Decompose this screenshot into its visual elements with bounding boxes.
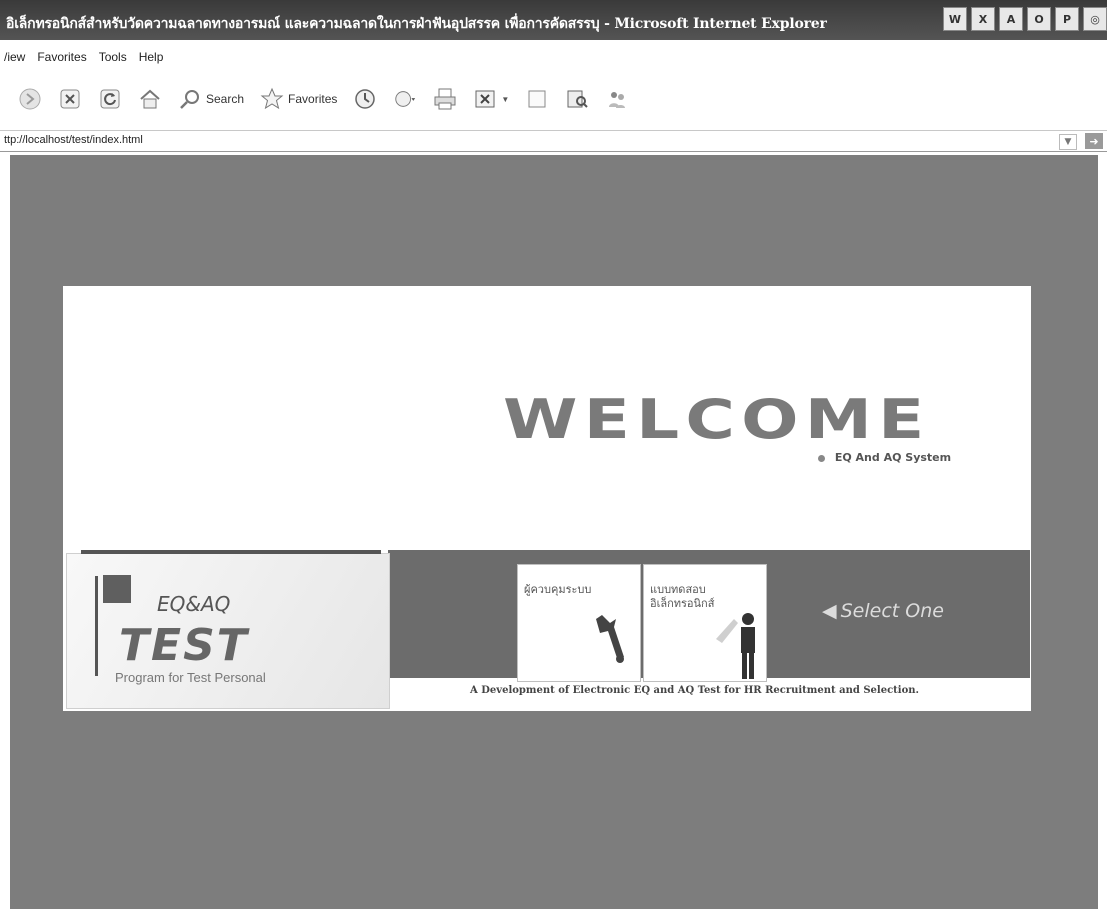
logo-vertical-bar (95, 576, 98, 676)
excel-icon (473, 87, 497, 111)
history-button[interactable] (353, 87, 377, 111)
edit-button[interactable]: ▼ (473, 87, 509, 111)
messenger-icon (605, 87, 629, 111)
favorites-button[interactable]: Favorites (260, 87, 337, 111)
tray-icon-2[interactable]: X (971, 7, 995, 31)
mail-icon (393, 87, 417, 111)
menu-view[interactable]: /iew (4, 50, 25, 64)
toolbar: Search Favorites ▼ (0, 76, 1107, 122)
tray-icon-3[interactable]: A (999, 7, 1023, 31)
left-triangle-icon: ◀ (822, 600, 837, 622)
menu-tools[interactable]: Tools (99, 50, 127, 64)
forward-arrow-icon (18, 87, 42, 111)
footer-text: A Development of Electronic EQ and AQ Te… (470, 685, 920, 696)
taskbar-tray: W X A O P ◎ (943, 2, 1107, 36)
menu-bar: /iew Favorites Tools Help (0, 44, 1107, 70)
home-icon (138, 87, 162, 111)
tray-icon-5[interactable]: P (1055, 7, 1079, 31)
edit-dropdown-icon: ▼ (501, 94, 510, 104)
search-label: Search (206, 92, 245, 106)
go-arrow-icon[interactable]: ➜ (1085, 133, 1103, 149)
test-card-label: แบบทดสอบ อิเล็กทรอนิกส์ (650, 583, 714, 611)
stop-button[interactable] (58, 87, 82, 111)
search-icon (178, 87, 202, 111)
address-dropdown-icon[interactable]: ▼ (1059, 134, 1077, 150)
title-bar: อิเล็กทรอนิกส์สำหรับวัดความฉลาดทางอารมณ์… (0, 0, 1107, 40)
window-title: อิเล็กทรอนิกส์สำหรับวัดความฉลาดทางอารมณ์… (6, 16, 827, 32)
favorites-label: Favorites (288, 92, 338, 106)
logo-eq-aq: EQ&AQ (157, 592, 231, 616)
logo-mark-icon (103, 575, 131, 603)
print-button[interactable] (433, 87, 457, 111)
select-one-text: Select One (840, 600, 944, 622)
welcome-heading: WELCOME (503, 388, 931, 451)
menu-help[interactable]: Help (139, 50, 164, 64)
tray-icon-1[interactable]: W (943, 7, 967, 31)
tray-icon-4[interactable]: O (1027, 7, 1051, 31)
logo-top-line (81, 550, 381, 554)
refresh-button[interactable] (98, 87, 122, 111)
home-button[interactable] (138, 87, 162, 111)
admin-card-label: ผู้ควบคุมระบบ (524, 583, 592, 596)
discuss-button[interactable] (525, 87, 549, 111)
research-icon (565, 87, 589, 111)
test-card-label-line1: แบบทดสอบ (650, 583, 706, 596)
bullet-icon (818, 454, 825, 462)
messenger-button[interactable] (605, 87, 629, 111)
search-button[interactable]: Search (178, 87, 244, 111)
logo-subtitle: Program for Test Personal (115, 670, 266, 685)
star-icon (260, 87, 284, 111)
person-icon (714, 609, 760, 687)
refresh-icon (98, 87, 122, 111)
blank-page-icon (525, 87, 549, 111)
tray-icon-6[interactable]: ◎ (1083, 7, 1107, 31)
menu-favorites[interactable]: Favorites (37, 50, 86, 64)
url-input[interactable]: ttp://localhost/test/index.html (4, 134, 143, 146)
system-subtitle-text: EQ And AQ System (834, 451, 952, 464)
forward-button[interactable] (18, 87, 42, 111)
address-bar: ttp://localhost/test/index.html ▼ ➜ (0, 130, 1107, 152)
test-card-button[interactable]: แบบทดสอบ อิเล็กทรอนิกส์ (643, 564, 767, 682)
select-one-hint: ◀ Select One (822, 600, 944, 622)
mail-button[interactable] (393, 87, 417, 111)
stop-icon (58, 87, 82, 111)
logo-test: TEST (119, 620, 249, 671)
research-button[interactable] (565, 87, 589, 111)
test-card-label-line2: อิเล็กทรอนิกส์ (650, 597, 715, 610)
history-icon (353, 87, 377, 111)
admin-card-button[interactable]: ผู้ควบคุมระบบ (517, 564, 641, 682)
system-subtitle: EQ And AQ System (818, 451, 951, 464)
print-icon (433, 87, 457, 111)
logo-card: EQ&AQ TEST Program for Test Personal (66, 550, 390, 709)
wrench-icon (588, 613, 632, 669)
